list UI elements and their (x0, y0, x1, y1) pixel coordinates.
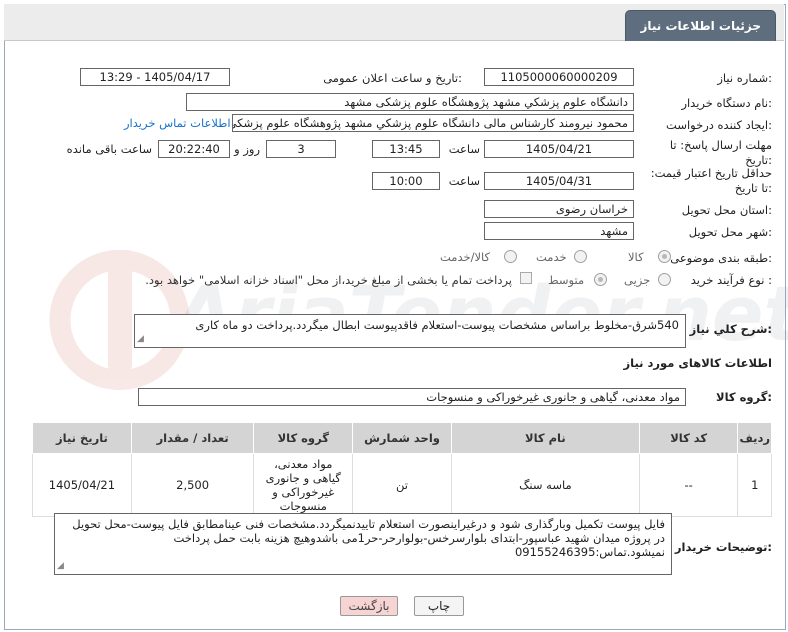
goods-info-heading: اطلاعات کالاهای مورد نیاز (623, 356, 772, 370)
category-radio-goods[interactable] (658, 250, 671, 263)
col-row-header: ردیف (737, 422, 772, 454)
buyer-notes-text: فایل پیوست تکمیل وبارگذاری شود و درغیرای… (72, 517, 665, 559)
col-qty-header: تعداد / مقدار (130, 422, 255, 454)
price-validity-label: حداقل تاریخ اعتبار قیمت: تا تاریخ: (650, 166, 772, 195)
col-name-header: نام کالا (450, 422, 640, 454)
buyer-notes-label: توضیحات خریدار: (674, 540, 772, 554)
day-and-label: روز و (234, 142, 260, 156)
buyer-org-label: نام دستگاه خریدار: (681, 96, 772, 110)
cell-code: -- (638, 453, 739, 517)
reply-days-field: 3 (266, 140, 336, 158)
category-radio-service[interactable] (574, 250, 587, 263)
resize-handle-icon[interactable]: ◢ (57, 559, 64, 573)
cell-name: ماسه سنگ (450, 453, 640, 517)
general-desc-label: شرح كلي نياز: (689, 322, 772, 336)
page-title-tab[interactable]: جزئیات اطلاعات نیاز (625, 10, 776, 41)
category-option-goods: کالا (628, 250, 644, 264)
goods-group-label: گروه کالا: (716, 390, 772, 404)
buyer-contact-link[interactable]: اطلاعات تماس خریدار (124, 116, 231, 130)
reply-date-field: 1405/04/21 (484, 140, 634, 158)
purchase-radio-minor[interactable] (658, 273, 671, 286)
buyer-org-field: دانشگاه علوم پزشكي مشهد پژوهشگاه علوم پز… (186, 93, 634, 111)
header-bar: جزئیات اطلاعات نیاز (4, 4, 784, 41)
items-table: ردیف کد کالا نام کالا واحد شمارش گروه کا… (32, 422, 772, 517)
reply-time-field: 13:45 (372, 140, 440, 158)
treasury-payment-checkbox[interactable] (520, 272, 532, 284)
back-button[interactable]: بازگشت (340, 596, 398, 616)
validity-time-label: ساعت (448, 174, 480, 188)
category-radio-goods-service[interactable] (504, 250, 517, 263)
purchase-radio-medium[interactable] (594, 273, 607, 286)
province-field: خراسان رضوی (484, 200, 634, 218)
cell-group: مواد معدنی، گیاهی و جانوری غیرخوراکی و م… (253, 453, 354, 517)
resize-handle-icon[interactable]: ◢ (137, 332, 144, 346)
purchase-type-label: نوع فرآیند خرید : (690, 273, 772, 287)
category-option-service: خدمت (536, 250, 567, 264)
col-code-header: کد کالا (638, 422, 739, 454)
requester-field: محمود نیرومند کارشناس مالی دانشگاه علوم … (232, 114, 634, 132)
col-unit-header: واحد شمارش (352, 422, 452, 454)
treasury-payment-note: پرداخت تمام یا بخشی از مبلغ خرید،از محل … (145, 273, 512, 287)
goods-group-field: مواد معدنی، گیاهی و جانوری غیرخوراکی و م… (138, 388, 686, 406)
purchase-option-medium: متوسط (548, 273, 585, 287)
reply-deadline-label: مهلت ارسال پاسخ: تا تاریخ: (669, 138, 772, 167)
reply-time-label: ساعت (448, 142, 480, 156)
cell-date: 1405/04/21 (32, 453, 132, 517)
print-button[interactable]: چاپ (414, 596, 464, 616)
need-number-label: شماره نیاز: (717, 71, 772, 85)
province-label: استان محل تحویل: (681, 203, 772, 217)
validity-date-field: 1405/04/31 (484, 172, 634, 190)
cell-row: 1 (737, 453, 772, 517)
announce-datetime-label: تاریخ و ساعت اعلان عمومی: (323, 71, 462, 85)
cell-unit: تن (352, 453, 452, 517)
col-group-header: گروه کالا (253, 422, 354, 454)
category-label: طبقه بندی موضوعی: (670, 251, 772, 265)
general-desc-text: 540شرق-مخلوط براساس مشخصات پیوست-استعلام… (195, 318, 679, 332)
validity-time-field: 10:00 (372, 172, 440, 190)
category-option-goods-service: کالا/خدمت (440, 250, 491, 264)
buyer-notes-textarea[interactable]: فایل پیوست تکمیل وبارگذاری شود و درغیرای… (54, 513, 672, 575)
need-number-field: 1105000060000209 (484, 68, 634, 86)
items-table-header-row: ردیف کد کالا نام کالا واحد شمارش گروه کا… (32, 422, 772, 454)
remaining-label: ساعت باقی مانده (66, 142, 152, 156)
table-row: 1 -- ماسه سنگ تن مواد معدنی، گیاهی و جان… (32, 453, 772, 517)
city-field: مشهد (484, 222, 634, 240)
city-label: شهر محل تحویل: (688, 225, 772, 239)
remaining-time-field: 20:22:40 (158, 140, 230, 158)
purchase-option-minor: جزیی (624, 273, 651, 287)
requester-label: ایجاد کننده درخواست: (666, 118, 772, 132)
cell-qty: 2,500 (130, 453, 255, 517)
general-desc-textarea[interactable]: 540شرق-مخلوط براساس مشخصات پیوست-استعلام… (134, 314, 686, 348)
col-date-header: تاریخ نیاز (32, 422, 132, 454)
announce-datetime-field: 1405/04/17 - 13:29 (80, 68, 230, 86)
